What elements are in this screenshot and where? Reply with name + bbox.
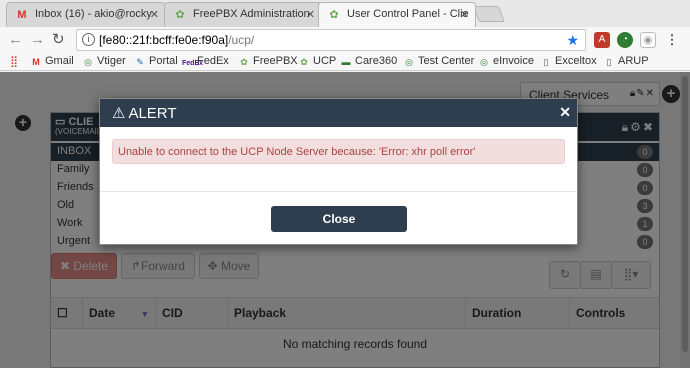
- freepbx-icon: ✿: [175, 9, 185, 21]
- freepbx-icon: ✿: [329, 9, 339, 21]
- bookmark-label: eInvoice: [493, 55, 534, 67]
- close-tab-icon[interactable]: ✕: [306, 8, 315, 21]
- dialog-title: ⚠ ALERT: [112, 104, 177, 122]
- bookmark-arup[interactable]: ▯ ARUP: [603, 55, 649, 68]
- bookmark-ucp[interactable]: ✿ UCP: [298, 55, 336, 68]
- dialog-title-text: ALERT: [128, 105, 177, 122]
- browser-tab-strip: M Inbox (16) - akio@rocky ✕ ✿ FreePBX Ad…: [0, 0, 690, 27]
- bookmarks-bar: ⣿ M Gmail ◎ Vtiger ✎ Portal FedExFedEx ✿ Fre…: [0, 53, 690, 71]
- bookmark-vtiger[interactable]: ◎ Vtiger: [82, 55, 126, 68]
- close-button[interactable]: Close: [271, 206, 407, 232]
- bookmark-label: Vtiger: [97, 55, 126, 67]
- bookmark-label: UCP: [313, 55, 337, 67]
- menu-icon[interactable]: ⋮: [664, 32, 680, 48]
- address-bar[interactable]: i [fe80::21f:bcff:fe0e:f90a]/ucp/ ★: [76, 29, 586, 51]
- tab-gmail-inbox[interactable]: M Inbox (16) - akio@rocky ✕: [6, 2, 166, 27]
- test-center-icon: ◎: [405, 57, 413, 67]
- freepbx-icon: ✿: [240, 57, 248, 67]
- bookmark-gmail[interactable]: M Gmail: [30, 55, 74, 68]
- page-icon: ▯: [606, 57, 612, 67]
- url-path: /ucp/: [228, 33, 255, 47]
- tab-user-control-panel[interactable]: ✿ User Control Panel - Clie ✕: [318, 2, 476, 27]
- bookmark-fedex[interactable]: FedExFedEx: [182, 55, 229, 69]
- bookmark-label: Gmail: [45, 55, 74, 67]
- bookmark-label: FreePBX: [253, 55, 298, 67]
- bookmark-label: Care360: [355, 55, 398, 67]
- portal-icon: ✎: [136, 57, 144, 67]
- error-message: Unable to connect to the UCP Node Server…: [112, 139, 565, 164]
- bookmark-care360[interactable]: ▬ Care360: [340, 55, 398, 68]
- reload-icon[interactable]: ↻: [52, 31, 65, 49]
- dialog-divider: [100, 191, 577, 192]
- bookmark-label: ARUP: [618, 55, 649, 67]
- info-icon[interactable]: i: [82, 33, 95, 46]
- bookmark-label: Test Center: [418, 55, 475, 67]
- gmail-icon: M: [32, 57, 40, 67]
- bookmark-label: Portal: [149, 55, 178, 67]
- url-host: [fe80::21f:bcff:fe0e:f90a]: [99, 33, 229, 47]
- tab-label: FreePBX Administration: [193, 8, 310, 20]
- close-tab-icon[interactable]: ✕: [150, 8, 159, 21]
- care360-icon: ▬: [341, 57, 351, 67]
- tab-freepbx-admin[interactable]: ✿ FreePBX Administration ✕: [164, 2, 322, 27]
- einvoice-icon: ◎: [480, 57, 488, 67]
- extension-icon[interactable]: ◔: [617, 32, 633, 48]
- bookmark-einvoice[interactable]: ◎ eInvoice: [478, 55, 534, 68]
- bookmark-portal[interactable]: ✎ Portal: [134, 55, 178, 68]
- bookmark-freepbx[interactable]: ✿ FreePBX: [238, 55, 298, 68]
- bookmark-label: Exceltox: [555, 55, 597, 67]
- dialog-header: ⚠ ALERT ✕: [100, 99, 577, 127]
- bookmark-label: FedEx: [197, 55, 229, 67]
- close-tab-icon[interactable]: ✕: [460, 8, 469, 21]
- back-arrow-icon[interactable]: ←: [8, 31, 23, 49]
- page-icon: ▯: [543, 57, 549, 67]
- tab-label: User Control Panel - Clie: [347, 8, 469, 20]
- apps-grid-icon[interactable]: ⣿: [8, 55, 23, 68]
- tab-label: Inbox (16) - akio@rocky: [35, 8, 152, 20]
- bookmark-star-icon[interactable]: ★: [566, 30, 579, 50]
- forward-arrow-icon[interactable]: →: [30, 31, 45, 49]
- gmail-icon: M: [17, 9, 27, 21]
- bookmark-test-center[interactable]: ◎ Test Center: [403, 55, 474, 68]
- browser-toolbar: ← → ↻ i [fe80::21f:bcff:fe0e:f90a]/ucp/ …: [0, 27, 690, 53]
- close-icon[interactable]: ✕: [559, 104, 571, 121]
- warning-icon: ⚠: [112, 105, 126, 122]
- pdf-extension-icon[interactable]: A: [594, 32, 610, 48]
- fedex-icon: FedEx: [182, 60, 204, 67]
- bookmark-exceltox[interactable]: ▯ Exceltox: [540, 55, 597, 68]
- alert-dialog: ⚠ ALERT ✕ Unable to connect to the UCP No…: [99, 98, 578, 245]
- ucp-icon: ✿: [300, 57, 308, 67]
- new-tab-button[interactable]: [473, 6, 505, 22]
- eye-extension-icon[interactable]: ◉: [640, 32, 656, 48]
- vtiger-icon: ◎: [84, 57, 92, 67]
